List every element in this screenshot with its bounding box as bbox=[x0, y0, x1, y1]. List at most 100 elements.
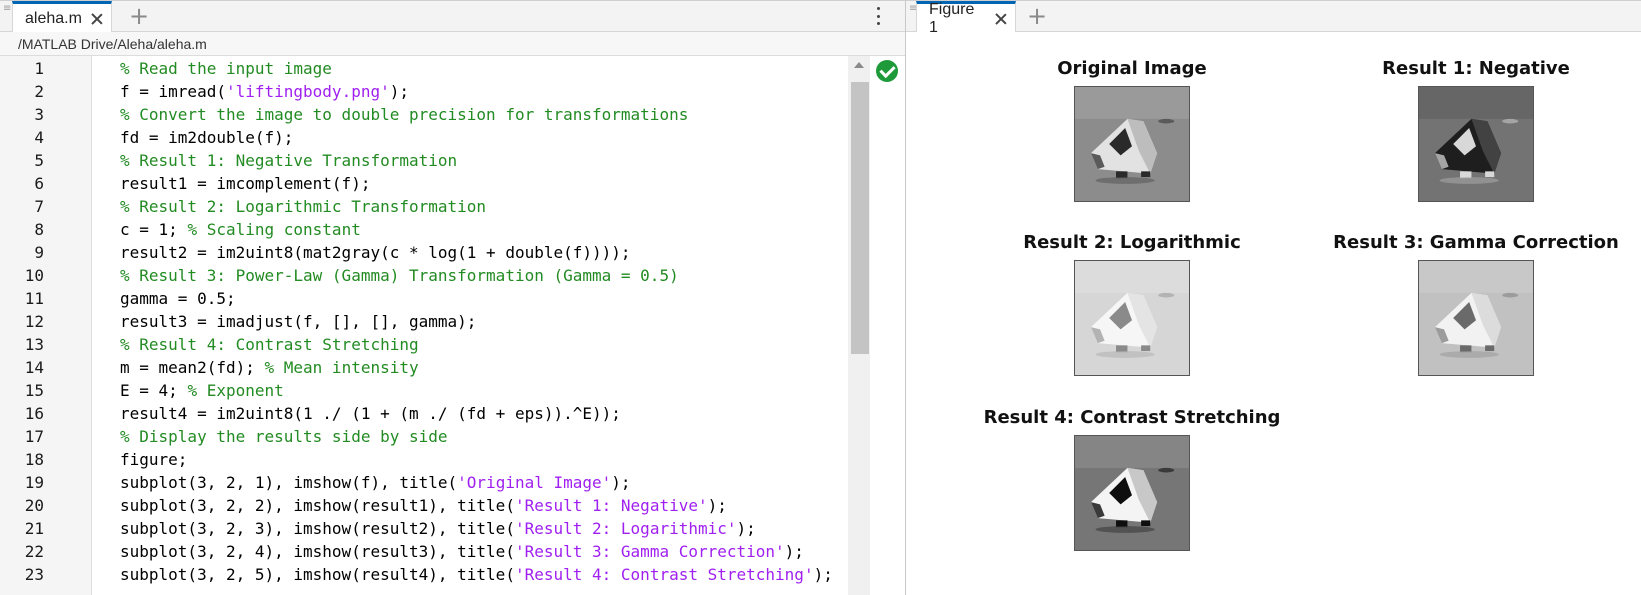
code-line[interactable]: 18 figure; bbox=[0, 448, 870, 471]
code-text: result2 = im2uint8(mat2gray(c * log(1 + … bbox=[120, 241, 631, 264]
code-line[interactable]: 3 % Convert the image to double precision… bbox=[0, 103, 870, 126]
code-line[interactable]: 8 c = 1; % Scaling constant bbox=[0, 218, 870, 241]
distant-object bbox=[1502, 118, 1519, 124]
code-token: f = imread( bbox=[120, 82, 226, 101]
code-lines: 1 % Read the input image 2 f = imread('lift… bbox=[0, 57, 870, 586]
code-line[interactable]: 10 % Result 3: Power-Law (Gamma) Transfor… bbox=[0, 264, 870, 287]
code-line[interactable]: 11 gamma = 0.5; bbox=[0, 287, 870, 310]
code-comment: % Scaling constant bbox=[187, 220, 361, 239]
horizon bbox=[1419, 87, 1533, 119]
drag-grip-icon[interactable]: ≡ bbox=[3, 4, 11, 23]
code-line[interactable]: 19 subplot(3, 2, 1), imshow(f), title('Or… bbox=[0, 471, 870, 494]
code-text: c = 1; % Scaling constant bbox=[120, 218, 361, 241]
string-literal: 'Result 4: Contrast Stretching' bbox=[514, 565, 814, 584]
code-line[interactable]: 2 f = imread('liftingbody.png'); bbox=[0, 80, 870, 103]
code-text: figure; bbox=[120, 448, 187, 471]
code-editor[interactable]: 1 % Read the input image 2 f = imread('lift… bbox=[0, 56, 870, 595]
subplot-image-svg bbox=[1419, 87, 1533, 201]
code-token: fd = im2double(f); bbox=[120, 128, 294, 147]
code-comment: % Result 2: Logarithmic Transformation bbox=[120, 197, 487, 216]
code-token: m = mean2(fd); bbox=[120, 358, 265, 377]
figure-tabbar: ≡ Figure 1 + bbox=[906, 0, 1641, 36]
code-line[interactable]: 7 % Result 2: Logarithmic Transformation bbox=[0, 195, 870, 218]
line-number: 8 bbox=[34, 220, 44, 239]
horizon bbox=[1075, 436, 1189, 468]
code-token: subplot(3, 2, 4), imshow(result3), title… bbox=[120, 542, 515, 561]
code-line[interactable]: 21 subplot(3, 2, 3), imshow(result2), tit… bbox=[0, 517, 870, 540]
code-text: % Result 4: Contrast Stretching bbox=[120, 333, 419, 356]
code-text: subplot(3, 2, 1), imshow(f), title('Orig… bbox=[120, 471, 631, 494]
horizon bbox=[1419, 261, 1533, 293]
code-line[interactable]: 14 m = mean2(fd); % Mean intensity bbox=[0, 356, 870, 379]
plus-icon[interactable]: + bbox=[1026, 4, 1048, 28]
scrollbar-thumb[interactable] bbox=[851, 82, 869, 354]
line-number: 10 bbox=[24, 266, 44, 285]
landing-gear bbox=[1141, 345, 1151, 352]
subplot-title: Result 1: Negative bbox=[1382, 58, 1570, 79]
code-text: result3 = imadjust(f, [], [], gamma); bbox=[120, 310, 476, 333]
code-token: result2 = im2uint8(mat2gray(c * log(1 + … bbox=[120, 243, 631, 262]
code-line[interactable]: 16 result4 = im2uint8(1 ./ (1 + (m ./ (fd… bbox=[0, 402, 870, 425]
code-token: result1 = imcomplement(f); bbox=[120, 174, 371, 193]
code-line[interactable]: 6 result1 = imcomplement(f); bbox=[0, 172, 870, 195]
horizon bbox=[1075, 261, 1189, 293]
code-line[interactable]: 13 % Result 4: Contrast Stretching bbox=[0, 333, 870, 356]
drag-grip-icon[interactable]: ≡ bbox=[909, 4, 917, 23]
code-line[interactable]: 17 % Display the results side by side bbox=[0, 425, 870, 448]
code-token: ); bbox=[813, 565, 833, 584]
landing-gear bbox=[1141, 520, 1151, 527]
code-text: % Result 1: Negative Transformation bbox=[120, 149, 457, 172]
tab-figure-1[interactable]: Figure 1 bbox=[916, 1, 1016, 36]
string-literal: 'Result 1: Negative' bbox=[514, 496, 708, 515]
code-line[interactable]: 5 % Result 1: Negative Transformation bbox=[0, 149, 870, 172]
code-comment: % Exponent bbox=[187, 381, 284, 400]
check-circle-icon[interactable] bbox=[876, 60, 898, 82]
code-comment: % Read the input image bbox=[120, 59, 332, 78]
code-comment: % Mean intensity bbox=[264, 358, 419, 377]
tab-aleha-m[interactable]: aleha.m bbox=[12, 1, 112, 33]
code-text: subplot(3, 2, 3), imshow(result2), title… bbox=[120, 517, 756, 540]
line-number: 13 bbox=[24, 335, 44, 354]
code-line[interactable]: 22 subplot(3, 2, 4), imshow(result3), tit… bbox=[0, 540, 870, 563]
code-line[interactable]: 15 E = 4; % Exponent bbox=[0, 379, 870, 402]
string-literal: 'Result 2: Logarithmic' bbox=[514, 519, 737, 538]
plus-icon[interactable]: + bbox=[128, 4, 150, 28]
code-token: result3 = imadjust(f, [], [], gamma); bbox=[120, 312, 477, 331]
horizon bbox=[1075, 87, 1189, 119]
code-comment: % Result 3: Power-Law (Gamma) Transforma… bbox=[120, 266, 679, 285]
code-text: subplot(3, 2, 5), imshow(result4), title… bbox=[120, 563, 833, 586]
code-line[interactable]: 23 subplot(3, 2, 5), imshow(result4), tit… bbox=[0, 563, 870, 586]
distant-object bbox=[1158, 292, 1175, 298]
subplot-title: Result 3: Gamma Correction bbox=[1333, 232, 1619, 253]
code-line[interactable]: 4 fd = im2double(f); bbox=[0, 126, 870, 149]
code-line[interactable]: 9 result2 = im2uint8(mat2gray(c * log(1 +… bbox=[0, 241, 870, 264]
editor-pane: ≡ aleha.m + /MATLAB Drive/Aleha/aleha.m … bbox=[0, 0, 906, 595]
close-icon[interactable] bbox=[90, 12, 103, 26]
code-comment: % Display the results side by side bbox=[120, 427, 448, 446]
subplot-image-logarithmic bbox=[1074, 260, 1190, 376]
subplot-image-original bbox=[1074, 86, 1190, 202]
code-text: f = imread('liftingbody.png'); bbox=[120, 80, 409, 103]
code-comment: % Convert the image to double precision … bbox=[120, 105, 689, 124]
code-comment: % Result 1: Negative Transformation bbox=[120, 151, 458, 170]
code-line[interactable]: 12 result3 = imadjust(f, [], [], gamma); bbox=[0, 310, 870, 333]
scroll-up-icon[interactable] bbox=[854, 62, 864, 68]
code-token: figure; bbox=[120, 450, 188, 469]
code-token: result4 = im2uint8(1 ./ (1 + (m ./ (fd +… bbox=[120, 404, 621, 423]
code-text: % Convert the image to double precision … bbox=[120, 103, 688, 126]
code-line[interactable]: 1 % Read the input image bbox=[0, 57, 870, 80]
close-icon[interactable] bbox=[994, 12, 1007, 26]
more-options-icon[interactable] bbox=[875, 7, 881, 25]
code-token: subplot(3, 2, 3), imshow(result2), title… bbox=[120, 519, 515, 538]
file-path: /MATLAB Drive/Aleha/aleha.m bbox=[0, 32, 905, 56]
line-number: 7 bbox=[34, 197, 44, 216]
line-number: 15 bbox=[24, 381, 44, 400]
code-token: subplot(3, 2, 1), imshow(f), title( bbox=[120, 473, 458, 492]
code-text: % Display the results side by side bbox=[120, 425, 448, 448]
line-number: 18 bbox=[24, 450, 44, 469]
tab-label: aleha.m bbox=[25, 9, 82, 27]
code-text: subplot(3, 2, 4), imshow(result3), title… bbox=[120, 540, 804, 563]
code-line[interactable]: 20 subplot(3, 2, 2), imshow(result1), tit… bbox=[0, 494, 870, 517]
ground-shadow bbox=[1095, 351, 1155, 358]
vertical-scrollbar[interactable] bbox=[848, 56, 870, 595]
